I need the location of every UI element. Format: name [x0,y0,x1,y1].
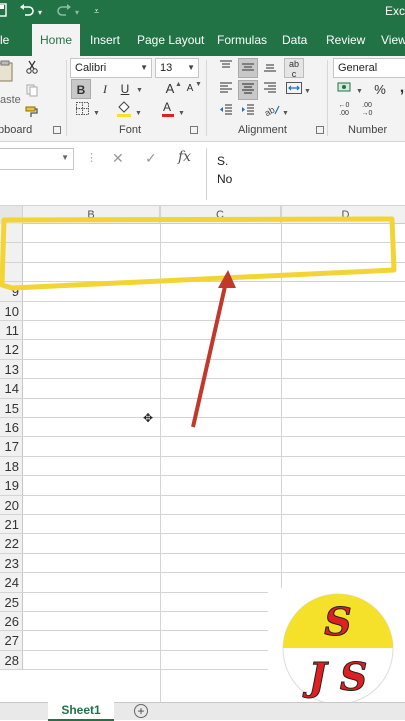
add-sheet-button[interactable]: + [134,704,148,718]
format-painter-icon[interactable] [22,104,42,124]
channel-logo: S J S [282,593,394,702]
merge-dropdown-icon[interactable]: ▼ [304,88,311,95]
font-name-value: Calibri [75,62,107,74]
svg-text:ab: ab [264,105,276,116]
align-center-icon[interactable] [238,80,258,100]
ribbon: aste pboard Calibri ▼ 13 ▼ B I U ▼ A ▲ A ▼… [0,56,405,142]
tab-insert[interactable]: Insert [90,24,120,56]
number-group-label: Number [348,124,388,136]
sheet-tab-bar: Sheet1 + [0,702,405,721]
tab-formulas[interactable]: Formulas [217,24,267,56]
align-bottom-icon[interactable] [260,58,280,78]
fill-color-icon[interactable] [114,99,134,119]
increase-decimal-label: .00 [339,110,349,117]
merge-center-icon[interactable] [284,80,304,100]
formula-input[interactable]: S. No [206,148,405,200]
italic-button[interactable]: I [95,79,115,99]
undo-dropdown-icon[interactable]: ▾ [38,8,42,17]
increase-decimal-button[interactable]: ←0.00 [334,102,354,122]
clipboard-group-label: pboard [0,124,33,136]
logo-top-letter: S [324,599,351,644]
bold-button[interactable]: B [71,79,91,99]
ribbon-separator [206,60,207,136]
fill-color-dropdown-icon[interactable]: ▼ [135,110,142,117]
redo-dropdown-icon[interactable]: ▾ [75,8,79,17]
chevron-down-icon: ▼ [61,153,69,162]
align-right-icon[interactable] [260,80,280,100]
decrease-indent-icon[interactable] [216,102,236,122]
formula-bar-grip-icon: ⋮ [86,152,97,164]
align-left-icon[interactable] [216,80,236,100]
cancel-formula-button[interactable]: ✕ [112,150,124,167]
worksheet-grid[interactable]: B C D 9 10 11 12 13 14 15 16 17 18 19 20 21 22 23 24 25 2… [0,206,405,702]
paste-icon[interactable] [0,60,16,86]
cut-icon[interactable] [22,60,42,80]
orientation-icon[interactable]: ab [262,102,282,122]
title-bar: ▾ ▾ ⩡ Exc [0,0,405,24]
borders-dropdown-icon[interactable]: ▼ [93,110,100,117]
accounting-dropdown-icon[interactable]: ▼ [356,88,363,95]
borders-icon[interactable] [72,101,92,121]
redo-icon[interactable] [56,3,72,20]
underline-dropdown-icon[interactable]: ▼ [136,87,143,94]
orientation-dropdown-icon[interactable]: ▼ [282,110,289,117]
ribbon-separator [327,60,328,136]
cell-cursor-icon: ✥ [143,411,154,425]
font-color-icon[interactable]: A [158,99,178,119]
font-color-dropdown-icon[interactable]: ▼ [178,110,185,117]
undo-icon[interactable] [19,3,35,20]
ribbon-tabs: le Home Insert Page Layout Formulas Data… [0,24,405,56]
window-title: Exc [384,4,405,18]
name-box[interactable]: ▼ [0,148,74,170]
tab-home[interactable]: Home [32,24,81,56]
tab-data[interactable]: Data [282,24,307,56]
comma-style-button[interactable]: , [392,78,405,98]
tab-view[interactable]: View [381,24,405,56]
chevron-down-icon: ▼ [140,63,148,72]
customize-qat-icon[interactable]: ⩡ [94,6,99,17]
logo-bottom-letters: J S [303,654,368,699]
formula-bar: ▼ ⋮ ✕ ✓ fx S. No [0,142,405,206]
tab-page-layout[interactable]: Page Layout [137,24,204,56]
number-format-value: General [338,62,378,74]
copy-icon[interactable] [22,83,42,103]
accounting-format-icon[interactable] [335,80,355,100]
font-size-value: 13 [160,62,173,74]
clipboard-launcher-icon[interactable] [53,126,61,134]
align-middle-icon[interactable] [238,58,258,78]
annotation-arrow [191,281,228,428]
decrease-decimal-label: .00 [362,102,372,109]
underline-button[interactable]: U [115,79,135,99]
insert-function-button[interactable]: fx [178,149,191,165]
increase-indent-icon[interactable] [238,102,258,122]
tab-review[interactable]: Review [326,24,365,56]
alignment-group-label: Alignment [238,124,287,136]
highlight-box [0,216,397,291]
ribbon-separator [66,60,67,136]
percent-style-button[interactable]: % [370,80,390,100]
number-format-select[interactable]: General [333,58,405,78]
formula-line-2: No [217,172,233,186]
wrap-text-label: ab [288,59,299,69]
align-top-icon[interactable] [216,58,236,78]
tab-file[interactable]: le [0,24,9,56]
font-name-select[interactable]: Calibri ▼ [70,58,152,78]
enter-formula-button[interactable]: ✓ [145,150,157,167]
svg-text:A: A [163,100,171,114]
paste-label[interactable]: aste [0,94,21,106]
logo-panel: S J S [268,588,405,702]
sheet-tab-sheet1[interactable]: Sheet1 [48,702,114,721]
decrease-decimal-button[interactable]: .00 →0 [357,102,377,122]
formula-line-1: S. [217,154,229,168]
font-group-label: Font [119,124,142,136]
save-icon[interactable] [0,3,8,20]
font-size-select[interactable]: 13 ▼ [155,58,199,78]
wrap-text-icon[interactable]: ab c [284,58,304,79]
shrink-arrow-icon: ▼ [195,81,202,88]
font-launcher-icon[interactable] [190,126,198,134]
chevron-down-icon: ▼ [187,63,195,72]
alignment-launcher-icon[interactable] [316,126,324,134]
